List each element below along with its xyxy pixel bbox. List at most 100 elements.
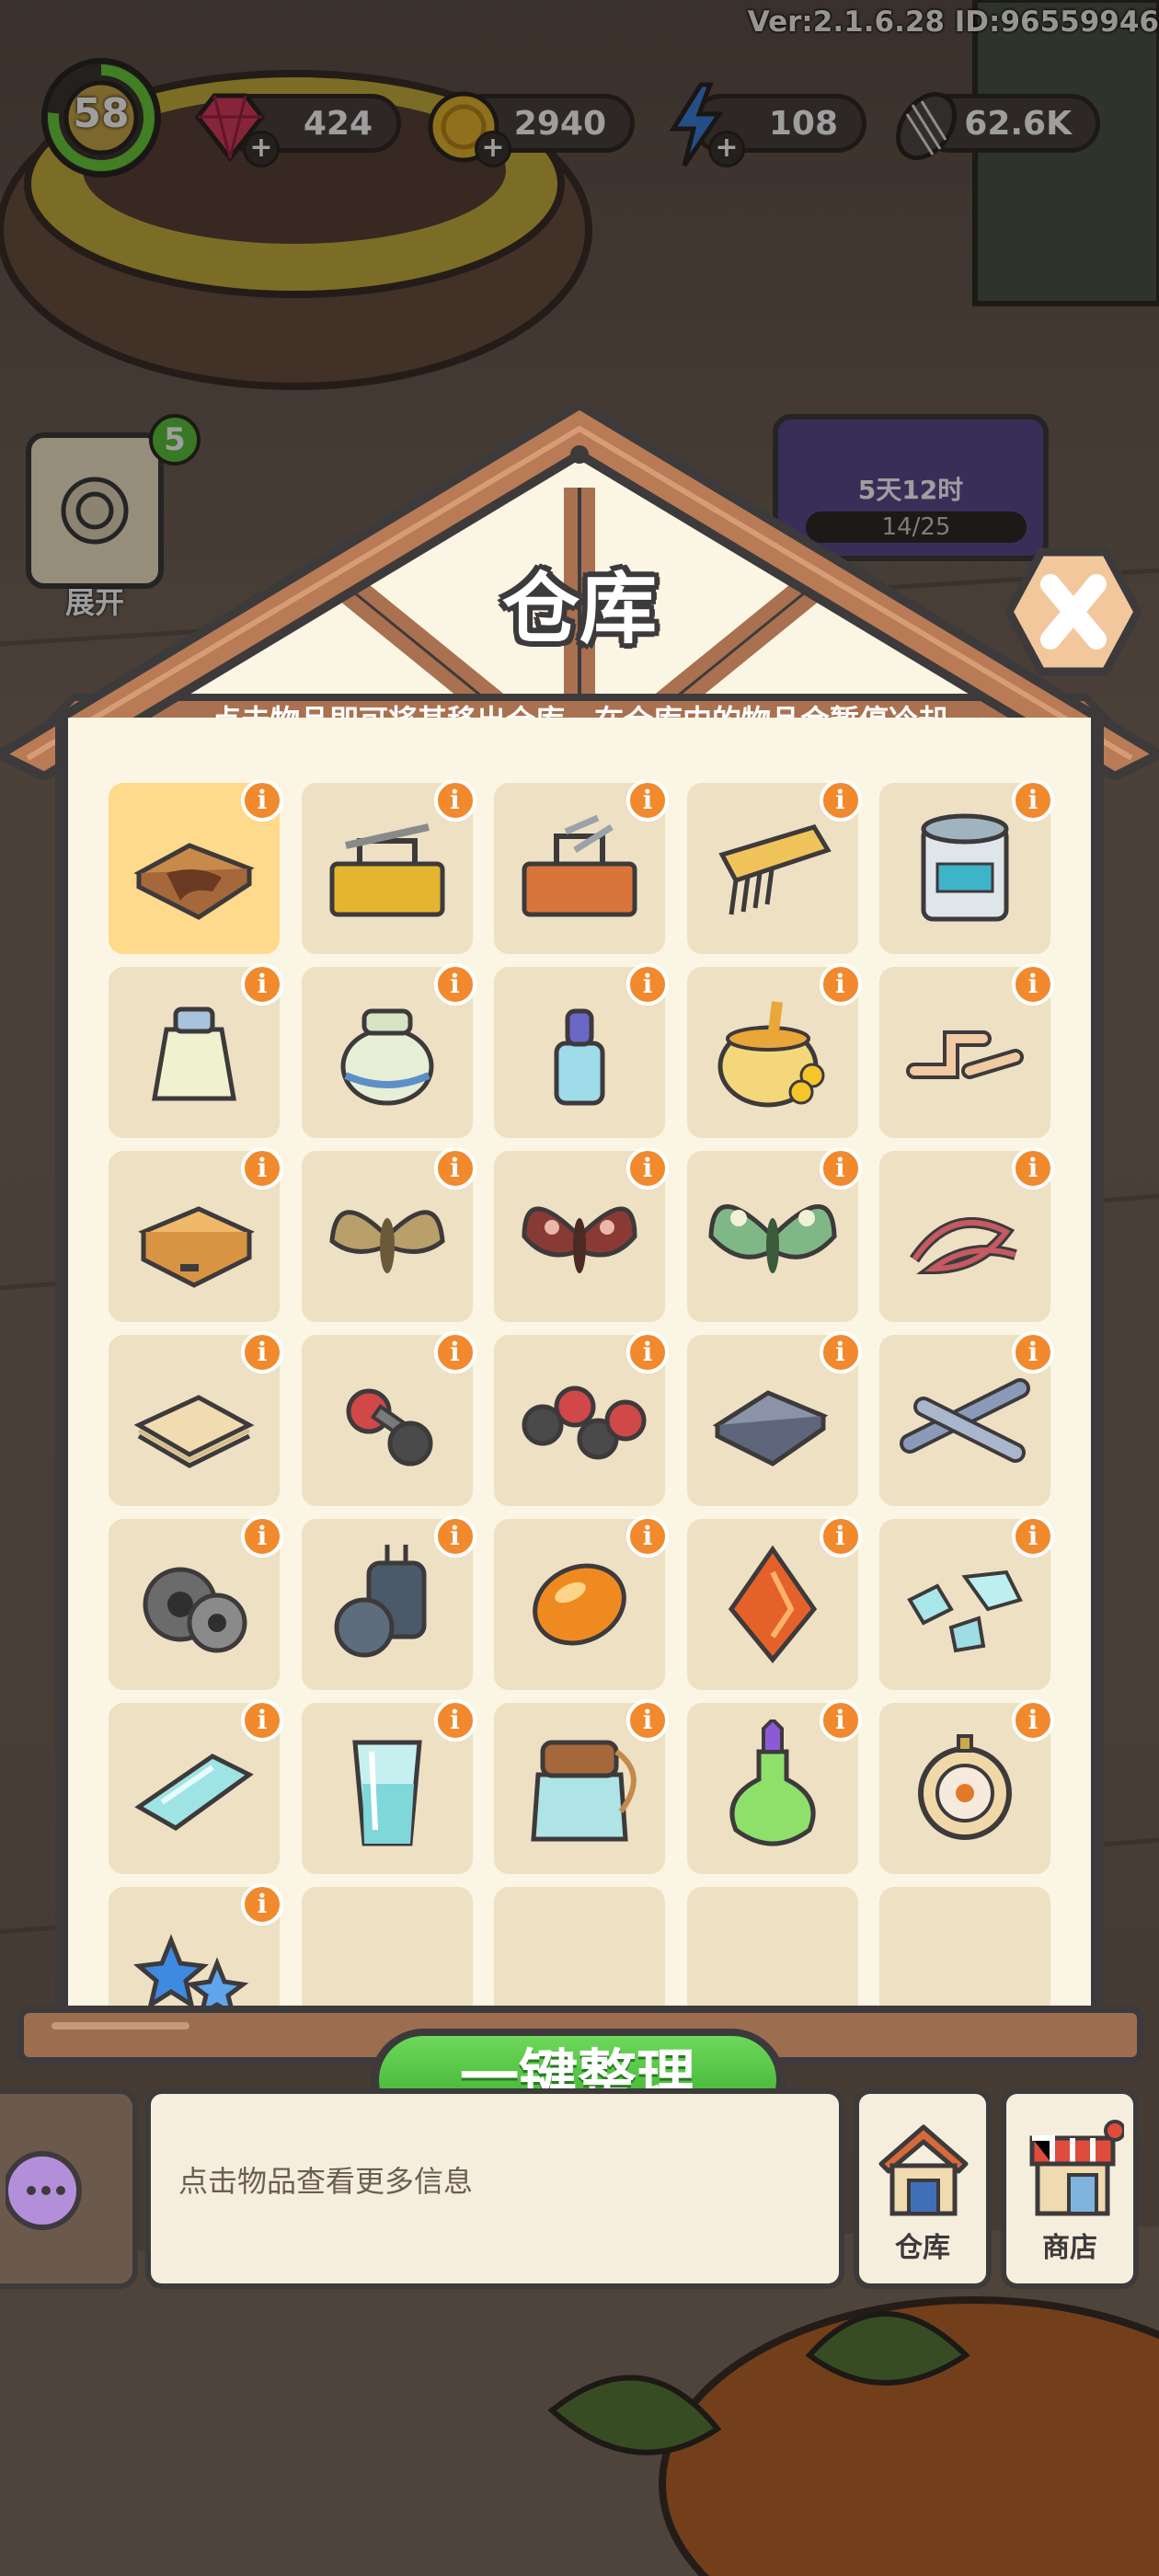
small-dumbbell-icon <box>346 1388 432 1466</box>
info-icon[interactable]: i <box>241 1699 283 1742</box>
info-icon[interactable]: i <box>433 1147 476 1190</box>
shop-icon <box>1029 2120 1124 2216</box>
item-slot[interactable]: i <box>686 779 862 954</box>
item-slot[interactable]: i <box>494 779 669 954</box>
wire-spools-icon <box>143 1567 247 1653</box>
item-slot[interactable]: i <box>301 1515 476 1690</box>
info-icon[interactable]: i <box>241 963 283 1006</box>
info-icon[interactable]: i <box>626 1515 669 1558</box>
pipe-fittings-icon <box>906 1030 1024 1079</box>
info-icon[interactable]: i <box>819 1699 862 1742</box>
shop-nav-button[interactable]: 商店 <box>1001 2088 1139 2289</box>
honey-jar-icon <box>717 1001 824 1108</box>
item-slot[interactable]: i <box>879 963 1054 1138</box>
yellow-toolbox-icon <box>329 823 444 917</box>
item-slot[interactable]: i <box>109 1147 283 1322</box>
info-icon[interactable]: i <box>819 779 862 822</box>
game-screen: 58 424 + 2940 + 108 + 62.6K Ver:2.1.6.28… <box>0 0 1159 2576</box>
info-icon[interactable]: i <box>241 1883 283 1926</box>
close-button[interactable] <box>1004 543 1142 681</box>
item-slot[interactable]: i <box>494 963 669 1138</box>
item-slot[interactable]: i <box>109 963 283 1138</box>
amber-stone-icon <box>533 1563 626 1646</box>
item-slot[interactable]: i <box>879 1147 1054 1322</box>
info-icon[interactable]: i <box>433 963 476 1006</box>
info-icon[interactable]: i <box>819 1147 862 1190</box>
item-slot[interactable]: i <box>494 1331 669 1506</box>
item-slot[interactable]: i <box>301 1331 476 1506</box>
chat-button[interactable] <box>0 2088 138 2289</box>
item-slot[interactable]: i <box>686 963 862 1138</box>
info-icon[interactable]: i <box>626 779 669 822</box>
glass-jar-icon <box>531 1740 637 1842</box>
item-slot[interactable]: i <box>301 779 476 954</box>
item-slot[interactable]: i <box>301 1699 476 1874</box>
green-moth-icon <box>707 1204 837 1273</box>
item-slot[interactable]: i <box>879 779 1054 954</box>
info-icon[interactable]: i <box>626 1699 669 1742</box>
info-icon[interactable]: i <box>819 963 862 1006</box>
info-icon[interactable]: i <box>433 779 476 822</box>
info-icon[interactable]: i <box>1012 1699 1054 1742</box>
blue-stars-icon <box>132 1934 249 2019</box>
info-icon[interactable]: i <box>241 1331 283 1374</box>
info-icon[interactable]: i <box>1012 779 1054 822</box>
wooden-tray-icon <box>133 843 255 920</box>
warehouse-title: 仓库 <box>501 564 657 654</box>
warehouse-nav-button[interactable]: 仓库 <box>854 2088 992 2289</box>
item-slot[interactable]: i <box>109 1331 283 1506</box>
item-slot[interactable]: i <box>494 1699 669 1874</box>
item-grid: i i i i i i i i i i i i i i i i i i i i i i i i i i i i i i i <box>94 768 1069 2019</box>
item-slot[interactable]: i <box>494 1147 669 1322</box>
capacitors-icon <box>334 1545 426 1658</box>
info-icon[interactable]: i <box>241 1147 283 1190</box>
item-slot[interactable]: i <box>686 1147 862 1322</box>
warehouse-modal: 仓库 点击物品即可将其移出仓库，在仓库内的物品会暂停冷却 iiiiiiiiiii… <box>0 405 1159 2153</box>
glass-cup-icon <box>351 1740 422 1846</box>
metal-rods-icon <box>900 1378 1030 1463</box>
info-icon[interactable]: i <box>433 1699 476 1742</box>
item-slot[interactable]: i <box>879 1331 1054 1506</box>
item-slot[interactable]: i <box>686 1515 862 1690</box>
item-slot[interactable]: i <box>109 1883 283 2019</box>
item-slot[interactable]: i <box>301 963 476 1138</box>
potion-bottle-icon <box>729 1719 815 1846</box>
red-moth-icon <box>522 1206 637 1273</box>
item-slot[interactable]: i <box>686 1699 862 1874</box>
info-icon[interactable]: i <box>433 1515 476 1558</box>
item-slot[interactable]: i <box>109 1699 283 1874</box>
item-slot[interactable]: i <box>109 779 283 954</box>
info-icon[interactable]: i <box>433 1331 476 1374</box>
item-slot[interactable]: i <box>879 1699 1054 1874</box>
info-icon[interactable]: i <box>1012 963 1054 1006</box>
info-icon[interactable]: i <box>1012 1515 1054 1558</box>
info-icon[interactable]: i <box>819 1331 862 1374</box>
metal-plates-icon <box>712 1390 828 1466</box>
dropper-bottle-icon <box>554 1008 605 1106</box>
dumbbells-icon <box>522 1386 647 1460</box>
item-slot[interactable]: i <box>686 1331 862 1506</box>
info-icon[interactable]: i <box>241 779 283 822</box>
item-slot[interactable]: i <box>109 1515 283 1690</box>
item-info-box: 点击物品查看更多信息 <box>145 2088 844 2289</box>
item-slot[interactable]: i <box>879 1515 1054 1690</box>
paper-sheets-icon <box>133 1395 255 1468</box>
info-icon[interactable]: i <box>626 1331 669 1374</box>
glass-pane-icon <box>134 1754 254 1831</box>
wooden-drawer-icon <box>138 1206 255 1288</box>
info-icon[interactable]: i <box>819 1515 862 1558</box>
pocket-watch-icon <box>918 1734 1012 1840</box>
info-icon[interactable]: i <box>626 1147 669 1190</box>
paint-can-icon <box>921 813 1009 922</box>
empty-slot <box>686 1887 858 2019</box>
info-icon[interactable]: i <box>1012 1331 1054 1374</box>
info-icon[interactable]: i <box>241 1515 283 1558</box>
info-icon[interactable]: i <box>1012 1147 1054 1190</box>
glass-shards-icon <box>907 1570 1023 1653</box>
item-info-text: 点击物品查看更多信息 <box>178 2164 474 2199</box>
fire-gem-icon <box>728 1545 817 1663</box>
item-slot[interactable]: i <box>301 1147 476 1322</box>
item-slot[interactable]: i <box>494 1515 669 1690</box>
ceramic-jar-icon <box>340 1008 433 1106</box>
info-icon[interactable]: i <box>626 963 669 1006</box>
